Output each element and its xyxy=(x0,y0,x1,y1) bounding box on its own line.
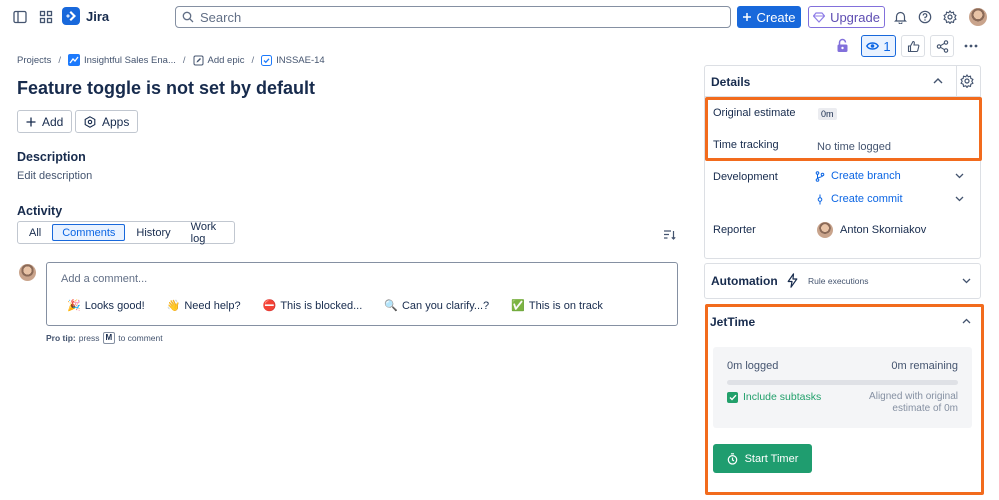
commit-icon xyxy=(815,194,825,205)
tab-comments[interactable]: Comments xyxy=(52,224,126,241)
watchers-count: 1 xyxy=(883,38,891,54)
description-heading: Description xyxy=(17,150,86,164)
share-icon xyxy=(936,39,949,53)
sidebar-toggle-icon[interactable] xyxy=(8,5,32,29)
app-switcher-icon[interactable] xyxy=(34,5,58,29)
watch-button[interactable]: 1 xyxy=(861,35,896,57)
pencil-icon xyxy=(193,55,204,66)
help-icon[interactable] xyxy=(913,5,937,29)
user-avatar[interactable] xyxy=(969,8,987,26)
like-button[interactable] xyxy=(901,35,925,57)
apps-button[interactable]: Apps xyxy=(75,110,139,133)
plus-icon xyxy=(742,12,752,22)
diamond-icon xyxy=(813,11,826,23)
tab-history[interactable]: History xyxy=(127,224,179,241)
notifications-bell-icon[interactable] xyxy=(888,5,912,29)
automation-panel[interactable]: Automation Rule executions xyxy=(704,263,981,299)
create-commit-link[interactable]: Create commit xyxy=(815,193,903,205)
chevron-down-icon[interactable] xyxy=(955,173,964,179)
more-actions-button[interactable] xyxy=(959,35,983,57)
settings-gear-icon[interactable] xyxy=(938,5,962,29)
chevron-up-icon[interactable] xyxy=(933,78,943,84)
quick-reply-clarify[interactable]: 🔍 Can you clarify...? xyxy=(384,299,489,313)
apps-icon xyxy=(84,115,96,128)
create-button-label: Create xyxy=(756,9,796,25)
apps-button-label: Apps xyxy=(102,114,130,129)
comment-input[interactable]: Add a comment... 🎉 Looks good! 👋 Need help… xyxy=(46,262,678,326)
chevron-down-icon xyxy=(962,278,971,284)
issue-title[interactable]: Feature toggle is not set by default xyxy=(17,78,315,99)
reporter-avatar xyxy=(817,222,833,238)
keyboard-shortcut-key: M xyxy=(102,332,116,344)
description-editor[interactable]: Edit description xyxy=(17,170,92,182)
configure-gear-icon[interactable] xyxy=(960,74,974,88)
breadcrumb-add-epic[interactable]: Add epic xyxy=(193,55,244,66)
jira-logo[interactable]: Jira xyxy=(62,7,109,25)
header-divider xyxy=(956,66,957,96)
highlight-jettime-panel xyxy=(705,304,984,495)
search-placeholder: Search xyxy=(200,9,242,25)
comment-placeholder: Add a comment... xyxy=(61,273,148,285)
quick-reply-on-track[interactable]: ✅ This is on track xyxy=(511,299,603,313)
activity-heading: Activity xyxy=(17,204,63,218)
upgrade-button-label: Upgrade xyxy=(830,9,880,25)
highlight-time-fields xyxy=(705,97,982,161)
task-checkbox-icon xyxy=(261,54,273,66)
create-button[interactable]: Create xyxy=(737,6,801,28)
quick-reply-blocked[interactable]: ⛔ This is blocked... xyxy=(263,299,363,313)
project-icon xyxy=(67,54,80,66)
top-navigation-bar: Jira Search Create Upgrade xyxy=(0,0,999,34)
development-label: Development xyxy=(713,171,778,183)
add-button-label: Add xyxy=(42,114,64,129)
more-dots-icon xyxy=(964,44,978,48)
upgrade-button[interactable]: Upgrade xyxy=(808,6,885,28)
share-button[interactable] xyxy=(930,35,954,57)
jira-logo-icon xyxy=(62,7,80,25)
breadcrumb: Projects / Insightful Sales Ena... / Add… xyxy=(17,54,325,66)
chevron-down-icon[interactable] xyxy=(955,196,964,202)
reporter-label: Reporter xyxy=(713,224,756,236)
breadcrumb-separator: / xyxy=(182,54,186,66)
app-name: Jira xyxy=(86,8,110,24)
branch-icon xyxy=(815,170,825,182)
add-button[interactable]: Add xyxy=(17,110,73,133)
search-input[interactable]: Search xyxy=(175,6,731,28)
thumbs-up-icon xyxy=(907,40,920,53)
create-branch-link[interactable]: Create branch xyxy=(815,170,901,182)
commenter-avatar xyxy=(19,264,36,281)
breadcrumb-separator: / xyxy=(58,54,61,66)
activity-tabs: All Comments History Work log xyxy=(17,221,235,245)
automation-heading: Automation xyxy=(711,274,778,288)
sort-icon[interactable] xyxy=(663,229,676,241)
search-icon xyxy=(182,11,194,23)
reporter-name[interactable]: Anton Skorniakov xyxy=(840,224,926,236)
quick-reply-list: 🎉 Looks good! 👋 Need help? ⛔ This is blocke… xyxy=(67,299,603,313)
lock-icon[interactable] xyxy=(836,38,849,53)
pro-tip: Pro tip: press M to comment xyxy=(46,332,163,344)
rule-executions-label: Rule executions xyxy=(808,276,869,286)
quick-reply-looks-good[interactable]: 🎉 Looks good! xyxy=(67,299,145,313)
eye-icon xyxy=(866,41,880,51)
lightning-bolt-icon xyxy=(787,273,798,288)
breadcrumb-issue-key[interactable]: INSSAE-14 xyxy=(261,54,325,66)
tab-work-log[interactable]: Work log xyxy=(182,221,232,245)
quick-reply-need-help[interactable]: 👋 Need help? xyxy=(167,299,241,313)
details-heading[interactable]: Details xyxy=(711,75,750,89)
breadcrumb-project[interactable]: Insightful Sales Ena... xyxy=(67,54,176,66)
breadcrumb-projects[interactable]: Projects xyxy=(17,55,51,66)
plus-icon xyxy=(26,117,36,127)
tab-all[interactable]: All xyxy=(20,224,50,241)
breadcrumb-separator: / xyxy=(251,54,255,66)
